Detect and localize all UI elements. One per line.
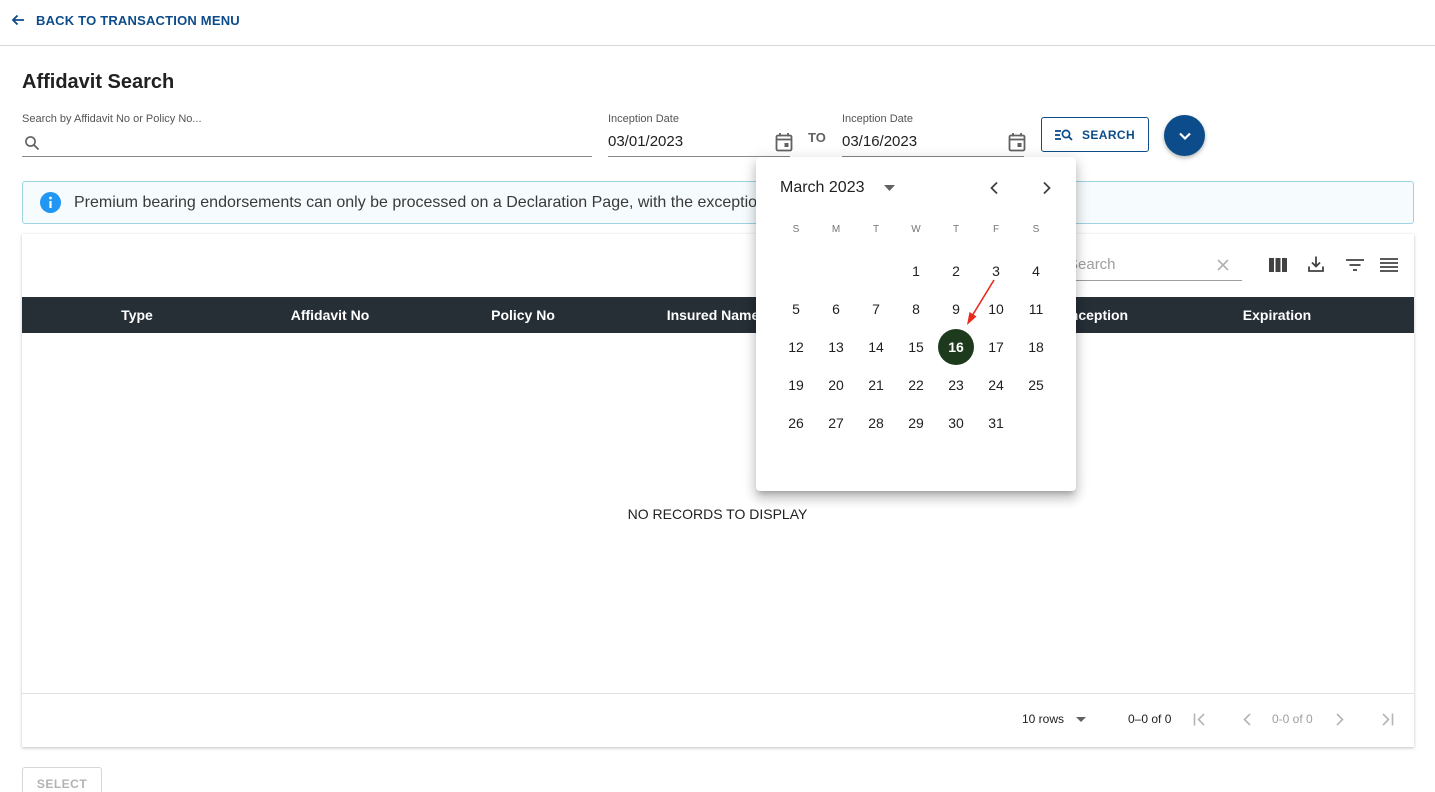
next-month-icon[interactable] [1042,181,1052,195]
day-cell[interactable]: 7 [858,291,894,327]
day-cell[interactable]: 11 [1018,291,1054,327]
day-cell[interactable]: 13 [818,329,854,365]
table-footer-divider [22,693,1414,694]
weekday-label: T [872,224,880,235]
day-cell[interactable]: 8 [898,291,934,327]
weekday-label: S [1032,224,1040,235]
empty-state-text: NO RECORDS TO DISPLAY [627,506,808,522]
filter-icon[interactable] [1345,258,1365,272]
select-button[interactable]: SELECT [22,767,102,792]
day-cell[interactable]: 30 [938,405,974,441]
table-header: Type Affidavit No Policy No Insured Name… [22,297,1414,333]
weekday-label: T [952,224,960,235]
back-link-label: BACK TO TRANSACTION MENU [36,12,240,28]
chevron-down-icon [1178,131,1192,141]
first-page-icon[interactable] [1193,713,1207,726]
day-cell[interactable]: 19 [778,367,814,403]
arrow-left-icon [10,12,26,28]
day-cell-selected[interactable]: 16 [938,329,974,365]
day-cell[interactable]: 27 [818,405,854,441]
info-icon [40,192,61,213]
day-cell[interactable]: 10 [978,291,1014,327]
weekday-label: F [992,224,1000,235]
day-cell[interactable]: 23 [938,367,974,403]
day-cell[interactable]: 22 [898,367,934,403]
column-header-insured-name[interactable]: Insured Name [667,297,760,333]
from-date-input[interactable]: 03/01/2023 [608,133,683,150]
page-title: Affidavit Search [22,71,175,93]
search-icon [24,135,40,151]
to-date-label: Inception Date [842,113,913,125]
day-cell[interactable]: 14 [858,329,894,365]
rows-per-page-select[interactable]: 10 rows [1022,712,1087,726]
previous-page-icon[interactable] [1242,713,1252,726]
expand-filters-button[interactable] [1164,115,1205,156]
back-to-transaction-menu-link[interactable]: BACK TO TRANSACTION MENU [10,12,240,28]
from-date-label: Inception Date [608,113,679,125]
previous-month-icon[interactable] [989,181,999,195]
weekday-label: M [831,224,841,235]
day-cell[interactable]: 31 [978,405,1014,441]
day-cell[interactable]: 1 [898,253,934,289]
search-field-label: Search by Affidavit No or Policy No... [22,113,202,125]
day-cell[interactable]: 18 [1018,329,1054,365]
pagination-range: 0–0 of 0 [1128,712,1172,726]
next-page-icon[interactable] [1335,713,1345,726]
day-cell[interactable]: 3 [978,253,1014,289]
download-icon[interactable] [1307,255,1325,273]
table-search-underline [1060,280,1242,281]
day-cell[interactable]: 28 [858,405,894,441]
day-cell[interactable]: 25 [1018,367,1054,403]
day-cell[interactable]: 29 [898,405,934,441]
search-button-label: SEARCH [1081,127,1136,142]
day-cell[interactable]: 9 [938,291,974,327]
pagination-page-text: 0-0 of 0 [1272,712,1313,726]
day-cell[interactable]: 17 [978,329,1014,365]
caret-down-icon [1076,716,1087,722]
column-header-expiration[interactable]: Expiration [1243,297,1311,333]
to-date-input[interactable]: 03/16/2023 [842,133,917,150]
day-cell[interactable]: 24 [978,367,1014,403]
to-label: TO [808,130,826,145]
search-button[interactable]: SEARCH [1041,117,1149,152]
column-header-type[interactable]: Type [121,297,153,333]
day-cell[interactable]: 21 [858,367,894,403]
calendar-icon[interactable] [775,132,793,152]
month-dropdown-icon[interactable] [884,185,895,191]
weekday-label: S [792,224,800,235]
banner-text: Premium bearing endorsements can only be… [74,193,784,211]
search-input[interactable] [46,130,586,154]
rows-per-page-value: 10 rows [1022,712,1065,726]
last-page-icon[interactable] [1380,713,1394,726]
column-header-affidavit-no[interactable]: Affidavit No [291,297,370,333]
day-cell[interactable]: 6 [818,291,854,327]
calendar-icon[interactable] [1008,132,1026,152]
day-cell[interactable]: 15 [898,329,934,365]
list-search-icon [1054,128,1073,142]
day-cell[interactable]: 4 [1018,253,1054,289]
weekday-label: W [911,224,921,235]
column-header-policy-no[interactable]: Policy No [491,297,555,333]
columns-icon[interactable] [1269,258,1287,272]
date-picker-popover: March 2023 SMTWTFS 1 2 3 4 5 6 7 8 9 10 11 12 13 14 15… [756,157,1076,491]
month-year-label[interactable]: March 2023 [780,179,865,197]
info-banner: Premium bearing endorsements can only be… [22,181,1414,224]
day-cell[interactable]: 5 [778,291,814,327]
day-cell[interactable]: 20 [818,367,854,403]
day-cell[interactable]: 26 [778,405,814,441]
top-bar: BACK TO TRANSACTION MENU [0,0,1435,46]
day-cell[interactable]: 2 [938,253,974,289]
search-underline [22,156,592,157]
clear-icon[interactable] [1217,259,1229,271]
day-cell[interactable]: 12 [778,329,814,365]
density-icon[interactable] [1380,258,1398,272]
